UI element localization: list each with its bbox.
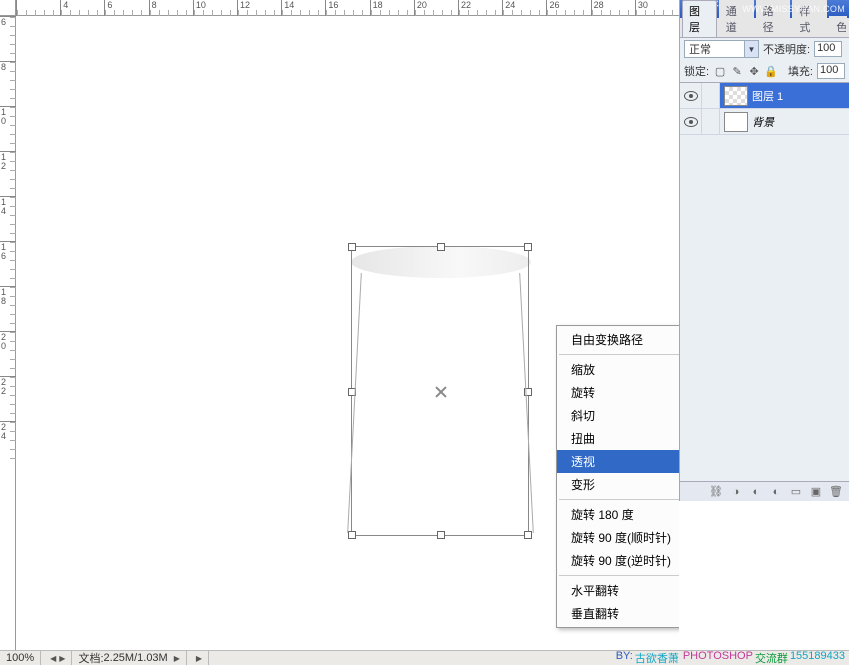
link-layers-icon[interactable]: ⛓ xyxy=(709,485,723,499)
adjustment-layer-icon[interactable]: ◐ xyxy=(769,485,783,499)
credit-author: 古欲香萧 xyxy=(635,650,679,666)
panel-tabs: 图层 通道 路径 样式 色 xyxy=(680,18,849,38)
credit-group: 交流群 xyxy=(755,650,788,666)
play-icon: ▶ xyxy=(196,654,202,663)
ruler-tick: 26 xyxy=(549,0,559,10)
lock-pixels-icon[interactable]: ✎ xyxy=(730,64,744,78)
visibility-toggle[interactable] xyxy=(680,109,702,134)
blend-mode-value: 正常 xyxy=(689,41,711,57)
status-bar: 100% ◀▶ 文档: 2.25M/1.03M ▶ ▶ BY: 古欲香萧 PHO… xyxy=(0,650,849,665)
status-nav[interactable]: ◀▶ xyxy=(41,651,72,665)
chevron-left-icon: ◀ xyxy=(50,654,56,663)
transform-handle-br[interactable] xyxy=(524,531,532,539)
ruler-tick: 24 xyxy=(505,0,515,10)
fill-input[interactable]: 100 xyxy=(817,63,845,79)
credit-app: PHOTOSHOP xyxy=(683,650,753,666)
credit-number: 155189433 xyxy=(790,650,845,666)
ruler-tick: 16 xyxy=(328,0,338,10)
ruler-tick: 20 xyxy=(417,0,427,10)
transform-center-icon[interactable] xyxy=(434,385,448,399)
ruler-corner xyxy=(0,0,16,16)
eye-icon xyxy=(684,117,698,127)
transform-handle-tm[interactable] xyxy=(437,243,445,251)
ruler-tick: 22 xyxy=(1,378,9,396)
panel-footer: ⛓ ◑ ◐ ◐ ▭ ▣ 🗑 xyxy=(680,481,849,501)
chevron-right-icon: ▶ xyxy=(59,654,65,663)
transform-bounding-box[interactable] xyxy=(351,246,529,536)
doc-size[interactable]: 文档: 2.25M/1.03M ▶ xyxy=(72,651,186,665)
doc-size-value: 2.25M/1.03M xyxy=(104,652,168,664)
credit-by: BY: xyxy=(616,650,633,666)
layer-name[interactable]: 图层 1 xyxy=(752,88,849,104)
ruler-tick: 8 xyxy=(1,63,9,72)
transform-handle-bm[interactable] xyxy=(437,531,445,539)
zoom-level[interactable]: 100% xyxy=(0,651,41,665)
layer-item[interactable]: 背景 xyxy=(680,109,849,135)
ruler-tick: 6 xyxy=(107,0,112,10)
ruler-tick: 6 xyxy=(1,18,9,27)
lock-label: 锁定: xyxy=(684,63,709,79)
ruler-tick: 28 xyxy=(594,0,604,10)
layer-mask-icon[interactable]: ◐ xyxy=(749,485,763,499)
ruler-tick: 12 xyxy=(240,0,250,10)
ruler-tick: 4 xyxy=(63,0,68,10)
ruler-tick: 18 xyxy=(1,288,9,306)
transform-handle-bl[interactable] xyxy=(348,531,356,539)
ruler-tick: 22 xyxy=(461,0,471,10)
ruler-vertical[interactable]: 6 8 10 12 14 16 18 20 22 24 xyxy=(0,16,16,650)
lock-all-icon[interactable]: 🔒 xyxy=(764,64,778,78)
ruler-tick: 18 xyxy=(373,0,383,10)
tab-layers[interactable]: 图层 xyxy=(682,0,717,37)
fill-label: 填充: xyxy=(788,63,813,79)
ruler-tick: 14 xyxy=(284,0,294,10)
layer-style-icon[interactable]: ◑ xyxy=(729,485,743,499)
lock-transparency-icon[interactable]: ▢ xyxy=(713,64,727,78)
ruler-horizontal[interactable]: 4 6 8 10 12 14 16 18 20 22 24 26 28 30 xyxy=(16,0,679,16)
visibility-toggle[interactable] xyxy=(680,83,702,108)
ruler-tick: 30 xyxy=(638,0,648,10)
chevron-down-icon: ▼ xyxy=(744,41,758,57)
opacity-input[interactable]: 100 xyxy=(814,41,842,57)
ruler-tick: 16 xyxy=(1,243,9,261)
panel-site: WWW.MISSYUAN.COM xyxy=(742,4,849,14)
new-layer-icon[interactable]: ▣ xyxy=(809,485,823,499)
chevron-right-icon: ▶ xyxy=(174,654,180,663)
link-cell[interactable] xyxy=(702,83,720,108)
layer-thumbnail[interactable] xyxy=(724,112,748,132)
credits: BY: 古欲香萧 PHOTOSHOP 交流群 155189433 xyxy=(616,650,849,666)
new-group-icon[interactable]: ▭ xyxy=(789,485,803,499)
lock-position-icon[interactable]: ✥ xyxy=(747,64,761,78)
delete-layer-icon[interactable]: 🗑 xyxy=(829,485,843,499)
layer-item[interactable]: 图层 1 xyxy=(680,83,849,109)
ruler-tick: 14 xyxy=(1,198,9,216)
ruler-tick: 10 xyxy=(196,0,206,10)
layer-name[interactable]: 背景 xyxy=(752,114,849,130)
ruler-tick: 10 xyxy=(1,108,9,126)
transform-handle-tl[interactable] xyxy=(348,243,356,251)
panel-empty-area xyxy=(679,501,849,650)
layers-panel: 思缘设计论坛 WWW.MISSYUAN.COM 图层 通道 路径 样式 色 正常… xyxy=(679,0,849,501)
ruler-tick: 20 xyxy=(1,333,9,351)
transform-handle-tr[interactable] xyxy=(524,243,532,251)
blend-mode-select[interactable]: 正常 ▼ xyxy=(684,40,759,58)
ruler-tick: 24 xyxy=(1,423,9,441)
opacity-label: 不透明度: xyxy=(763,41,810,57)
doc-size-label: 文档: xyxy=(78,650,103,666)
ruler-tick: 12 xyxy=(1,153,9,171)
layer-list: 图层 1 背景 xyxy=(680,82,849,135)
ruler-tick: 8 xyxy=(152,0,157,10)
status-play[interactable]: ▶ xyxy=(187,651,209,665)
eye-icon xyxy=(684,91,698,101)
tab-color[interactable]: 色 xyxy=(829,16,847,37)
link-cell[interactable] xyxy=(702,109,720,134)
layer-thumbnail[interactable] xyxy=(724,86,748,106)
